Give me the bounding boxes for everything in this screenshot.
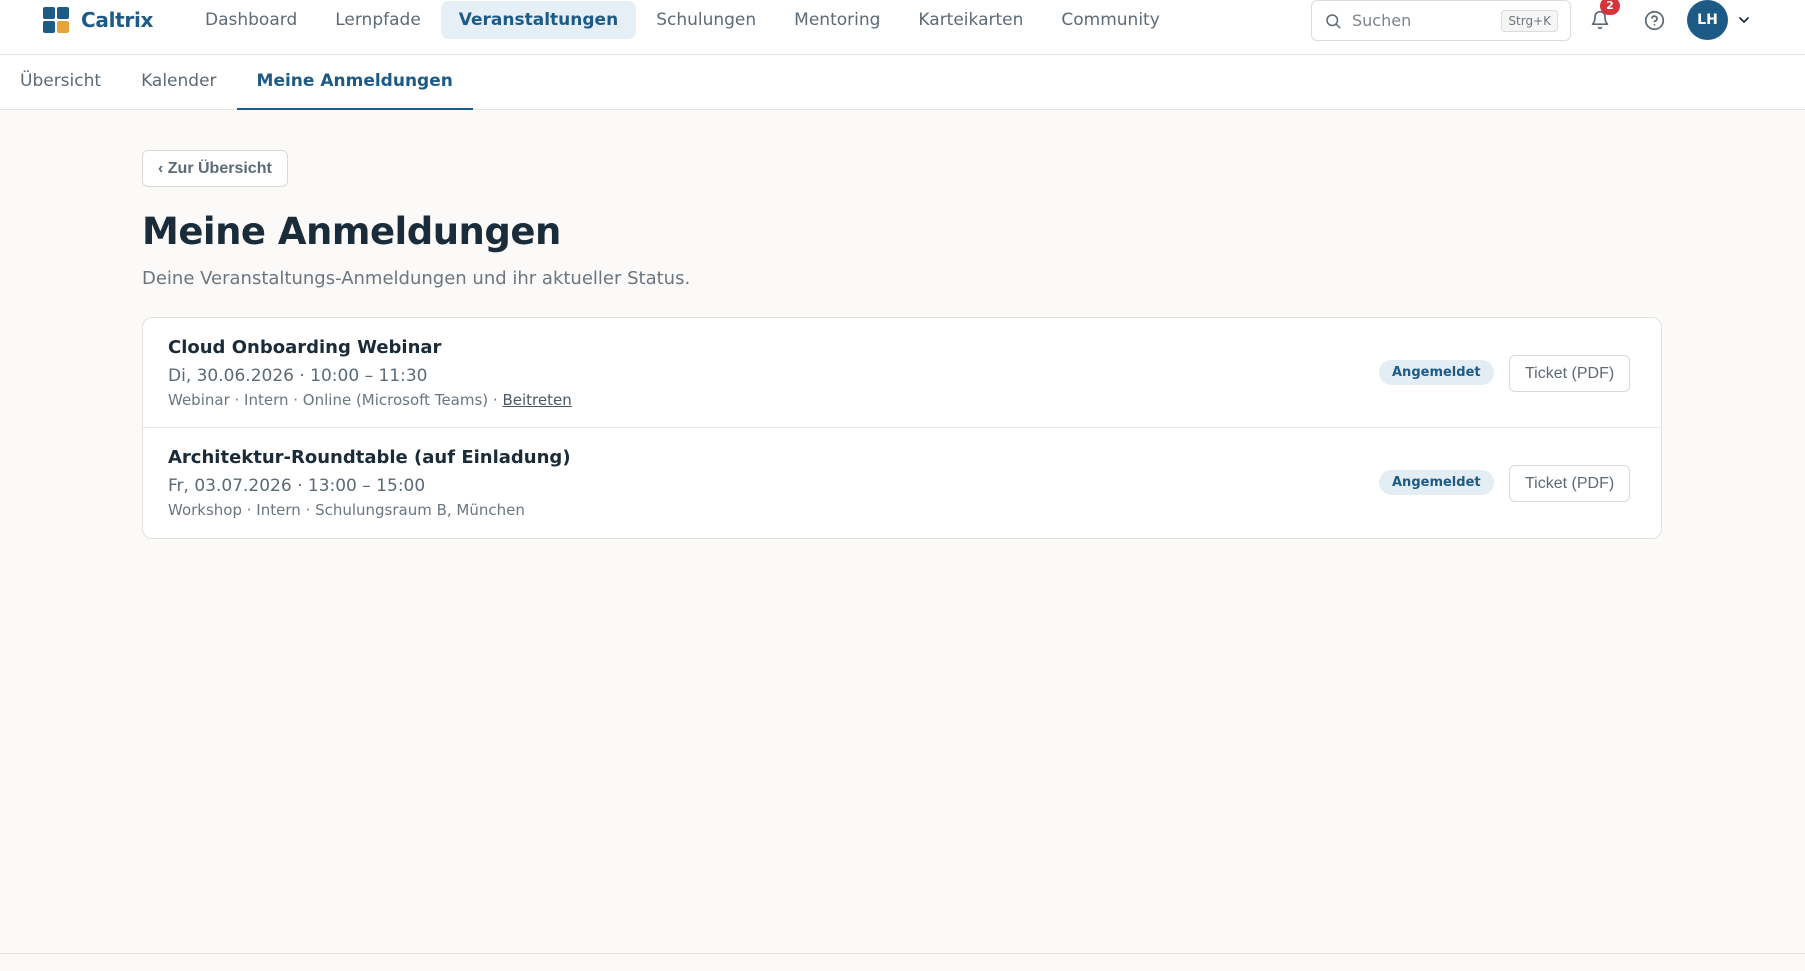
nav-lernpfade[interactable]: Lernpfade (317, 1, 439, 39)
nav-schulungen[interactable]: Schulungen (638, 1, 774, 39)
nav-mentoring[interactable]: Mentoring (776, 1, 898, 39)
event-meta: Webinar · Intern · Online (Microsoft Tea… (168, 391, 572, 409)
join-link[interactable]: Beitreten (502, 391, 571, 409)
search-box[interactable]: Suchen Strg+K (1311, 0, 1571, 41)
search-input[interactable]: Suchen (1352, 11, 1501, 30)
list-item: Architektur-Roundtable (auf Einladung) F… (143, 428, 1661, 538)
event-meta-text: Workshop · Intern · Schulungsraum B, Mün… (168, 501, 525, 519)
tab-kalender[interactable]: Kalender (121, 55, 236, 110)
brand[interactable]: Caltrix (43, 7, 153, 33)
registrations-list: Cloud Onboarding Webinar Di, 30.06.2026 … (142, 317, 1662, 539)
event-meta-text: Webinar · Intern · Online (Microsoft Tea… (168, 391, 503, 409)
help-button[interactable] (1640, 6, 1668, 34)
page-subtitle: Deine Veranstaltungs-Anmeldungen und ihr… (142, 268, 691, 289)
footer-divider (0, 953, 1805, 954)
notification-count-badge: 2 (1600, 0, 1620, 15)
nav-dashboard[interactable]: Dashboard (187, 1, 315, 39)
help-icon (1644, 10, 1664, 30)
ticket-pdf-button[interactable]: Ticket (PDF) (1509, 355, 1631, 392)
nav-karteikarten[interactable]: Karteikarten (900, 1, 1041, 39)
event-title: Architektur-Roundtable (auf Einladung) (168, 447, 571, 468)
event-date: Fr, 03.07.2026 · 13:00 – 15:00 (168, 476, 426, 496)
tab-uebersicht[interactable]: Übersicht (0, 55, 121, 110)
tab-meine-anmeldungen[interactable]: Meine Anmeldungen (236, 55, 474, 110)
top-bar: Caltrix Dashboard Lernpfade Veranstaltun… (0, 0, 1805, 55)
list-item: Cloud Onboarding Webinar Di, 30.06.2026 … (143, 318, 1661, 428)
nav-veranstaltungen[interactable]: Veranstaltungen (440, 1, 637, 39)
sub-nav: Übersicht Kalender Meine Anmeldungen (0, 55, 1805, 110)
search-shortcut: Strg+K (1501, 9, 1558, 32)
notifications-button[interactable]: 2 (1586, 0, 1620, 34)
brand-name: Caltrix (81, 8, 154, 32)
ticket-pdf-button[interactable]: Ticket (PDF) (1509, 465, 1631, 502)
event-title: Cloud Onboarding Webinar (168, 337, 442, 358)
user-avatar[interactable]: LH (1687, 0, 1728, 40)
page-title: Meine Anmeldungen (142, 210, 561, 253)
back-to-overview-button[interactable]: ‹ Zur Übersicht (142, 150, 288, 187)
app-logo-icon (43, 7, 69, 33)
event-meta: Workshop · Intern · Schulungsraum B, Mün… (168, 501, 525, 519)
status-badge: Angemeldet (1379, 360, 1494, 385)
search-icon (1326, 13, 1341, 28)
chevron-down-icon[interactable] (1736, 12, 1752, 28)
event-date: Di, 30.06.2026 · 10:00 – 11:30 (168, 366, 428, 386)
status-badge: Angemeldet (1379, 470, 1494, 495)
main-nav: Dashboard Lernpfade Veranstaltungen Schu… (187, 1, 1180, 39)
nav-community[interactable]: Community (1043, 1, 1177, 39)
